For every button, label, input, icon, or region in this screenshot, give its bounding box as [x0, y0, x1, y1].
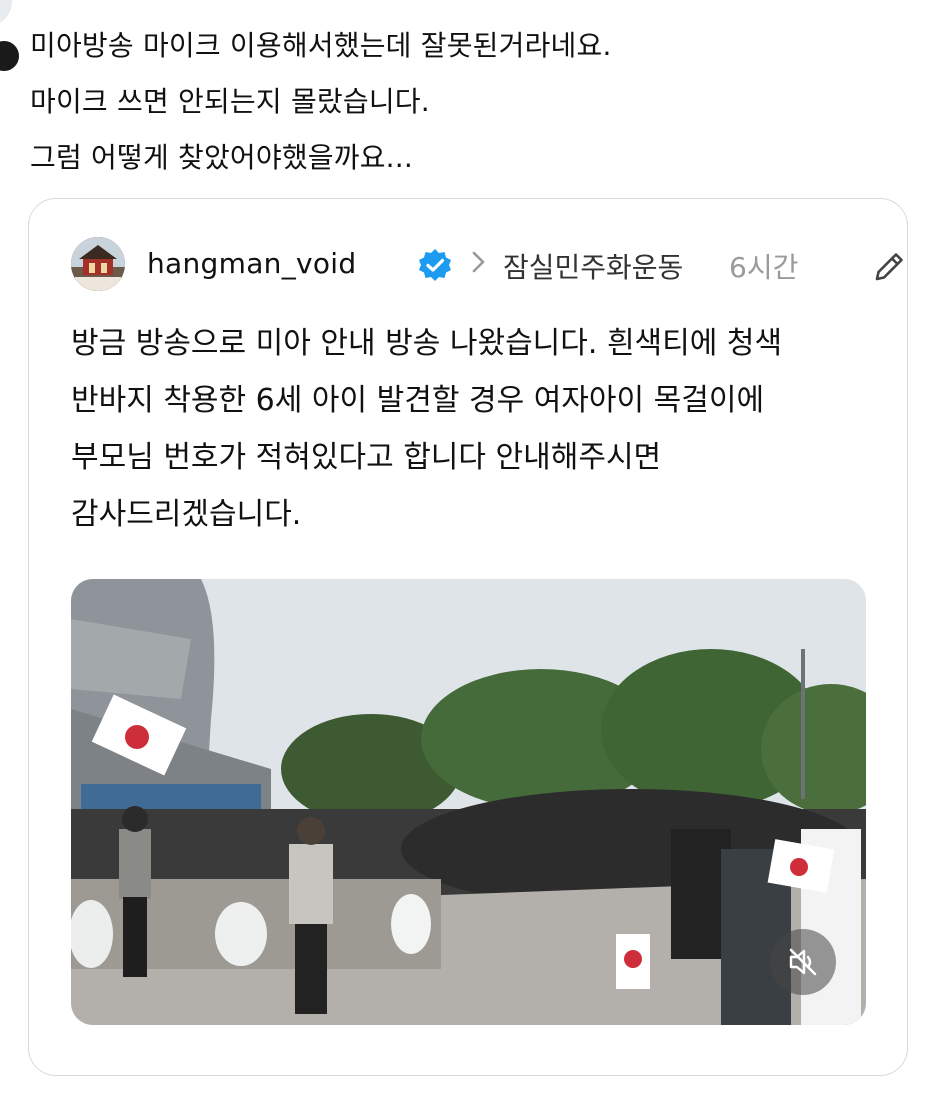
quoted-post-line: 방금 방송으로 미아 안내 방송 나왔습니다. 흰색티에 청색	[71, 326, 783, 361]
quoted-post-time: 6시간	[729, 251, 799, 284]
quoted-post-card[interactable]: hangman_void 잠실민주화운동 6시간 방금 방송으로 미아 안내 방…	[28, 198, 908, 1076]
reply-author-avatar[interactable]	[0, 0, 12, 26]
quoted-author-username[interactable]: hangman_void	[147, 247, 356, 280]
quoted-post-line: 감사드리겠습니다.	[71, 497, 302, 532]
quoted-post-topic[interactable]: 잠실민주화운동	[503, 246, 683, 286]
pencil-icon[interactable]	[869, 247, 909, 287]
thread-page: 미아방송 마이크 이용해서했는데 잘못된거라네요. 마이크 쓰면 안되는지 몰랐…	[0, 0, 950, 1110]
quoted-author-avatar[interactable]	[71, 237, 125, 291]
reply-line: 그럼 어떻게 찾았어야했을까요...	[30, 141, 413, 174]
quoted-post-header: hangman_void 잠실민주화운동 6시간	[71, 237, 903, 293]
quoted-post-video[interactable]	[71, 579, 866, 1025]
quoted-post-line: 반바지 착용한 6세 아이 발견할 경우 여자아이 목걸이에	[71, 383, 765, 418]
speaker-muted-icon[interactable]	[770, 929, 836, 995]
reply-line: 미아방송 마이크 이용해서했는데 잘못된거라네요.	[30, 29, 612, 62]
reply-text: 미아방송 마이크 이용해서했는데 잘못된거라네요. 마이크 쓰면 안되는지 몰랐…	[30, 18, 910, 186]
verified-badge-icon	[417, 247, 453, 283]
quoted-post-line: 부모님 번호가 적혀있다고 합니다 안내해주시면	[71, 440, 662, 475]
quoted-post-body: 방금 방송으로 미아 안내 방송 나왔습니다. 흰색티에 청색 반바지 착용한 …	[71, 315, 871, 543]
chevron-right-icon	[469, 245, 489, 286]
reply-line: 마이크 쓰면 안되는지 몰랐습니다.	[30, 85, 430, 118]
reply-author-badge	[0, 38, 22, 74]
